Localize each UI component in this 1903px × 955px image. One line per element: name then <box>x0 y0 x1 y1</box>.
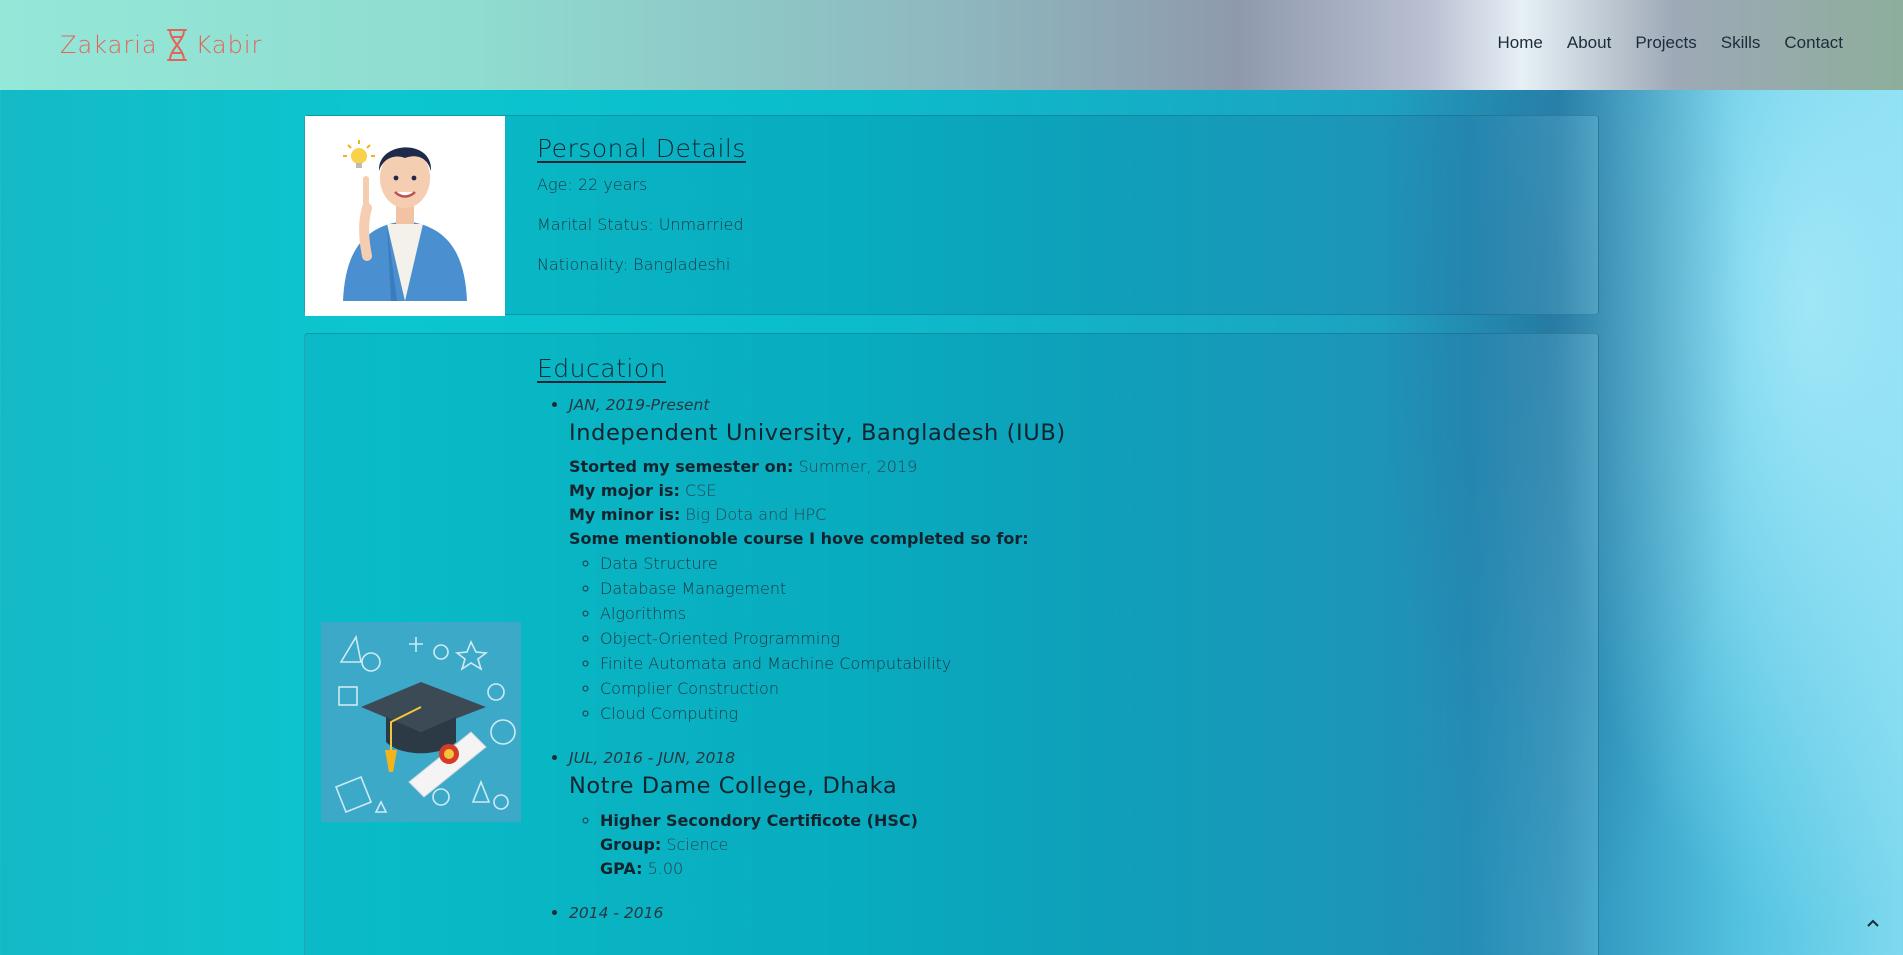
school-name: Independent University, Bangladesh (IUB) <box>569 420 1066 446</box>
minor-line: My minor is: Big Dota and HPC <box>569 503 1066 527</box>
courses-label-text: Some mentionoble course I hove completed… <box>569 529 1029 548</box>
detail-age: Age: 22 years <box>537 175 648 194</box>
courses-label: Some mentionoble course I hove completed… <box>569 527 1066 551</box>
course-item: Object-Oriented Programming <box>600 626 1066 651</box>
nav-contact[interactable]: Contact <box>1784 33 1843 53</box>
started-label: Storted my semester on: <box>569 457 794 476</box>
major-value: CSE <box>685 481 717 500</box>
education-entry-iub: JAN, 2019-Present Independent University… <box>569 395 1066 726</box>
started-line: Storted my semester on: Summer, 2019 <box>569 455 1066 479</box>
courses-list: Data Structure Database Management Algor… <box>600 551 1066 726</box>
graduation-cap-icon <box>321 622 521 822</box>
group-label: Group: <box>600 835 662 854</box>
gpa-line: GPA: 5.00 <box>600 857 1066 881</box>
detail-marital-status: Marital Status: Unmarried <box>537 215 744 234</box>
gpa-label: GPA: <box>600 859 643 878</box>
course-item: Finite Automata and Machine Computabilit… <box>600 651 1066 676</box>
detail-nationality: Nationality: Bangladeshi <box>537 255 731 274</box>
major-line: My mojor is: CSE <box>569 479 1066 503</box>
course-item: Algorithms <box>600 601 1066 626</box>
nav-about[interactable]: About <box>1567 33 1611 53</box>
dna-hourglass-icon <box>166 29 187 61</box>
cert-label: Higher Secondory Certificote (HSC) <box>600 811 918 830</box>
group-value: Science <box>666 835 729 854</box>
period: JUL, 2016 - JUN, 2018 <box>569 749 736 767</box>
major-label: My mojor is: <box>569 481 680 500</box>
cert-text: Higher Secondory Certificote (HSC) <box>600 811 918 830</box>
minor-label: My minor is: <box>569 505 681 524</box>
school-name: Notre Dame College, Dhaka <box>569 773 898 799</box>
course-item: Database Management <box>600 576 1066 601</box>
brand-name-left: Zakaria <box>60 31 158 59</box>
started-value: Summer, 2019 <box>798 457 918 476</box>
hsc-details: Higher Secondory Certificote (HSC) Group… <box>600 808 1066 881</box>
period: JAN, 2019-Present <box>569 396 710 414</box>
course-item: Cloud Computing <box>600 701 1066 726</box>
nav-home[interactable]: Home <box>1498 33 1543 53</box>
nav-skills[interactable]: Skills <box>1721 33 1761 53</box>
chevron-up-icon[interactable] <box>1863 913 1883 933</box>
period: 2014 - 2016 <box>569 904 664 922</box>
education-content: Education JAN, 2019-Present Independent … <box>537 354 1066 944</box>
brand-logo[interactable]: Zakaria Kabir <box>60 26 262 64</box>
education-entry-notre-dame: JUL, 2016 - JUN, 2018 Notre Dame College… <box>569 748 1066 881</box>
education-card: Education JAN, 2019-Present Independent … <box>304 333 1599 955</box>
nav-projects[interactable]: Projects <box>1635 33 1696 53</box>
avatar-illustration-icon <box>305 116 505 316</box>
personal-details-title: Personal Details <box>537 134 746 163</box>
group-line: Group: Science <box>600 833 1066 857</box>
course-item: Data Structure <box>600 551 1066 576</box>
minor-value: Big Dota and HPC <box>685 505 827 524</box>
education-entry-school: 2014 - 2016 <box>569 903 1066 922</box>
navbar: Zakaria Kabir Home About Projects Skills… <box>0 0 1903 90</box>
gpa-value: 5.00 <box>647 859 684 878</box>
nav-links: Home About Projects Skills Contact <box>1498 33 1843 53</box>
education-list: JAN, 2019-Present Independent University… <box>569 395 1066 922</box>
brand-name-right: Kabir <box>195 31 263 59</box>
course-item: Complier Construction <box>600 676 1066 701</box>
personal-details-content: Personal Details Age: 22 years Marital S… <box>537 134 746 295</box>
education-title: Education <box>537 354 666 383</box>
personal-details-card: Personal Details Age: 22 years Marital S… <box>304 115 1599 316</box>
hsc-cert: Higher Secondory Certificote (HSC) Group… <box>600 808 1066 881</box>
